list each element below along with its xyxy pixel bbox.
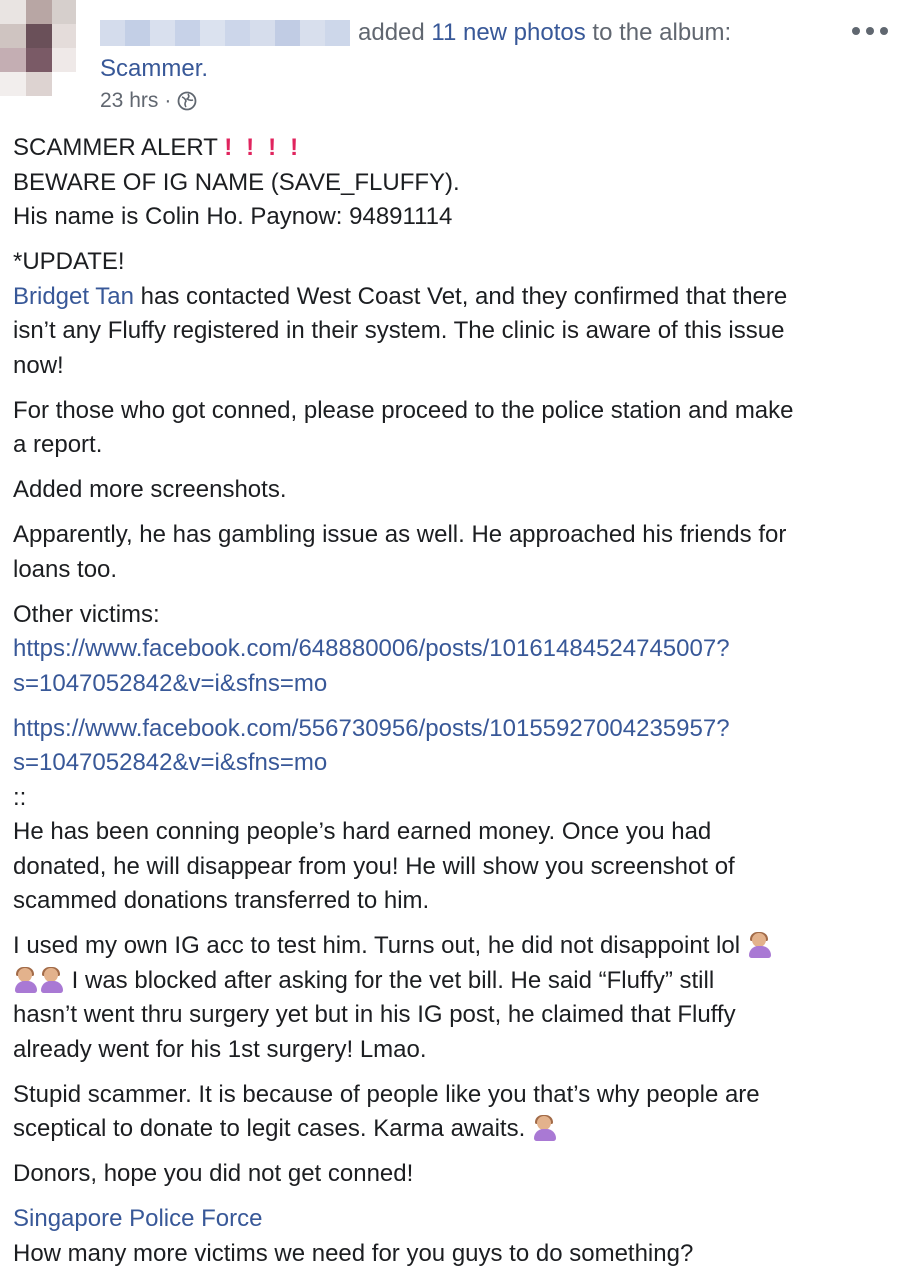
update-text-2: isn’t any Fluffy registered in their sys… [13,317,785,344]
action-prefix: added [358,19,432,46]
globe-icon[interactable] [177,91,197,111]
conning-text-3: scammed donations transferred to him. [13,887,430,914]
test-text-4: already went for his 1st surgery! Lmao. [13,1035,427,1063]
post-body: SCAMMER ALERT !!!! BEWARE OF IG NAME (SA… [13,131,893,1282]
donors-paragraph: Donors, hope you did not get conned! [13,1157,893,1192]
police-paragraph: Singapore Police Force How many more vic… [13,1202,893,1271]
other-victims-label: Other victims: [13,600,160,628]
mention-bridget-tan[interactable]: Bridget Tan [13,283,134,310]
conned-text-1: For those who got conned, please proceed… [13,396,794,424]
update-paragraph: *UPDATE! Bridget Tan has contacted West … [13,245,893,383]
test-paragraph: I used my own IG acc to test him. Turns … [13,929,893,1067]
woman-shrugging-emoji [39,966,65,993]
author-name-redacted[interactable] [100,20,350,46]
divider: :: [13,783,27,811]
meta-separator: · [164,89,172,112]
album-link[interactable]: Scammer. [100,55,208,83]
conned-text-2: a report. [13,431,103,458]
mention-singapore-police-force[interactable]: Singapore Police Force [13,1202,893,1237]
alert-title: SCAMMER ALERT [13,134,218,161]
gambling-paragraph: Apparently, he has gambling issue as wel… [13,518,893,587]
added-text: Added more screenshots. [13,476,287,503]
victim-url-1-line-1[interactable]: https://www.facebook.com/648880006/posts… [13,632,893,667]
update-heading: *UPDATE! [13,248,125,275]
added-paragraph: Added more screenshots. [13,473,893,508]
more-options-icon[interactable] [852,24,888,38]
update-text-1: has contacted West Coast Vet, and they c… [133,282,788,310]
post-header: added 11 new photos to the album: Scamme… [0,0,900,120]
post-meta: 23 hrs · [100,89,197,113]
test-text-1: I used my own IG acc to test him. Turns … [13,932,747,959]
new-photos-link[interactable]: 11 new photos [431,19,585,46]
scammer-name-line: His name is Colin Ho. Paynow: 94891114 [13,203,453,230]
conning-text-1: He has been conning people’s hard earned… [13,818,712,845]
exclamation-icon: !!!! [224,134,313,161]
victims-paragraph-2: https://www.facebook.com/556730956/posts… [13,712,893,919]
woman-shrugging-emoji [13,966,39,993]
victim-url-1-line-2[interactable]: s=1047052842&v=i&sfns=mo [13,667,893,702]
victim-url-2-line-1[interactable]: https://www.facebook.com/556730956/posts… [13,712,893,747]
timestamp[interactable]: 23 hrs [100,89,158,113]
stupid-paragraph: Stupid scammer. It is because of people … [13,1078,893,1147]
test-text-3: hasn’t went thru surgery yet but in his … [13,1001,736,1028]
last-line: How many more victims we need for you gu… [13,1239,694,1267]
alert-paragraph: SCAMMER ALERT !!!! BEWARE OF IG NAME (SA… [13,131,893,235]
gambling-text-2: loans too. [13,555,118,583]
conned-paragraph: For those who got conned, please proceed… [13,394,893,463]
victims-paragraph: Other victims: https://www.facebook.com/… [13,598,893,702]
victim-url-2-line-2[interactable]: s=1047052842&v=i&sfns=mo [13,746,893,781]
avatar[interactable] [0,0,76,96]
post-action-text: added 11 new photos to the album: [358,19,731,47]
woman-shrugging-emoji [747,932,773,958]
update-text-3: now! [13,351,64,379]
gambling-text-1: Apparently, he has gambling issue as wel… [13,521,787,548]
test-text-2: I was blocked after asking for the vet b… [65,966,715,994]
donors-text: Donors, hope you did not get conned! [13,1160,414,1187]
stupid-text-1: Stupid scammer. It is because of people … [13,1080,760,1108]
woman-shrugging-emoji [532,1115,558,1141]
conning-text-2: donated, he will disappear from you! He … [13,852,735,880]
stupid-text-2: sceptical to donate to legit cases. Karm… [13,1115,532,1142]
action-suffix: to the album: [585,19,732,46]
beware-line: BEWARE OF IG NAME (SAVE_FLUFFY). [13,168,460,196]
